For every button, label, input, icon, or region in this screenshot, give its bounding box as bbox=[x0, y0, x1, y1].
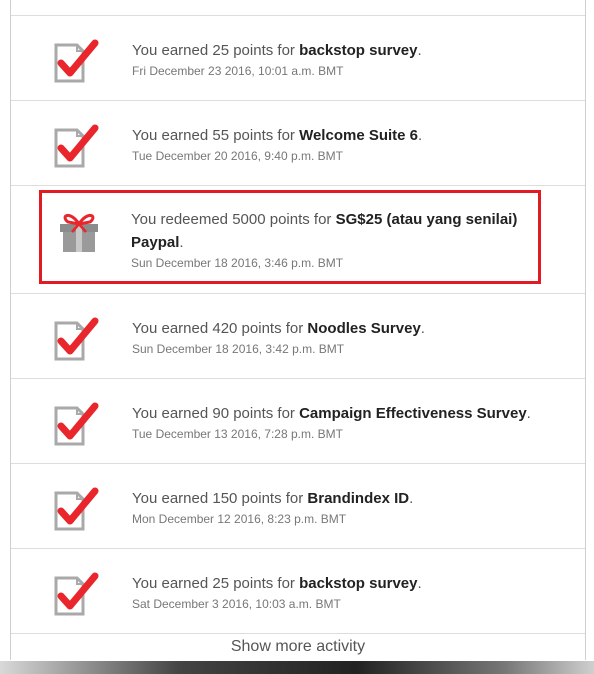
activity-target: Campaign Effectiveness Survey bbox=[299, 405, 527, 422]
activity-summary: You earned 25 points for backstop survey… bbox=[132, 575, 422, 592]
activity-target: backstop survey bbox=[299, 575, 418, 592]
activity-date: Fri December 23 2016, 10:01 a.m. BMT bbox=[132, 64, 344, 78]
checklist-icon bbox=[54, 317, 99, 361]
activity-date: Sat December 3 2016, 10:03 a.m. BMT bbox=[132, 597, 341, 611]
gift-icon bbox=[60, 214, 98, 252]
activity-item: You earned 420 points for Noodles Survey… bbox=[11, 294, 585, 379]
activity-summary: You earned 90 points for Campaign Effect… bbox=[132, 405, 531, 422]
activity-date: Tue December 20 2016, 9:40 p.m. BMT bbox=[132, 149, 343, 163]
activity-panel: You earned 25 points for backstop survey… bbox=[10, 0, 586, 660]
activity-item: You earned 55 points for Welcome Suite 6… bbox=[11, 101, 585, 186]
activity-date: Mon December 12 2016, 8:23 p.m. BMT bbox=[132, 512, 347, 526]
activity-item: You earned 90 points for Campaign Effect… bbox=[11, 379, 585, 464]
checklist-icon bbox=[54, 124, 99, 168]
activity-target: Welcome Suite 6 bbox=[299, 127, 419, 144]
activity-item-highlighted: You redeemed 5000 points for SG$25 (atau… bbox=[39, 190, 541, 284]
activity-item: You earned 25 points for backstop survey… bbox=[11, 549, 585, 634]
activity-target: Noodles Survey bbox=[307, 320, 421, 337]
activity-target: backstop survey bbox=[299, 42, 418, 59]
checklist-icon bbox=[54, 487, 99, 531]
checklist-icon bbox=[54, 572, 99, 616]
activity-summary: You earned 25 points for backstop survey… bbox=[132, 42, 422, 59]
activity-item: You earned 150 points for Brandindex ID.… bbox=[11, 464, 585, 549]
activity-date: Sun December 18 2016, 3:46 p.m. BMT bbox=[131, 256, 344, 270]
activity-item: You earned 25 points for backstop survey… bbox=[11, 16, 585, 101]
activity-summary: You redeemed 5000 points for SG$25 (atau… bbox=[131, 211, 518, 251]
activity-date: Tue December 13 2016, 7:28 p.m. BMT bbox=[132, 427, 343, 441]
show-more-activity-link[interactable]: Show more activity bbox=[11, 638, 585, 656]
activity-target: Brandindex ID bbox=[307, 490, 410, 507]
activity-summary: You earned 150 points for Brandindex ID. bbox=[132, 490, 414, 507]
activity-summary: You earned 420 points for Noodles Survey… bbox=[132, 320, 425, 337]
checklist-icon bbox=[54, 39, 99, 83]
activity-summary: You earned 55 points for Welcome Suite 6… bbox=[132, 127, 423, 144]
activity-date: Sun December 18 2016, 3:42 p.m. BMT bbox=[132, 342, 345, 356]
checklist-icon bbox=[54, 402, 99, 446]
bottom-edge-strip bbox=[0, 661, 594, 674]
